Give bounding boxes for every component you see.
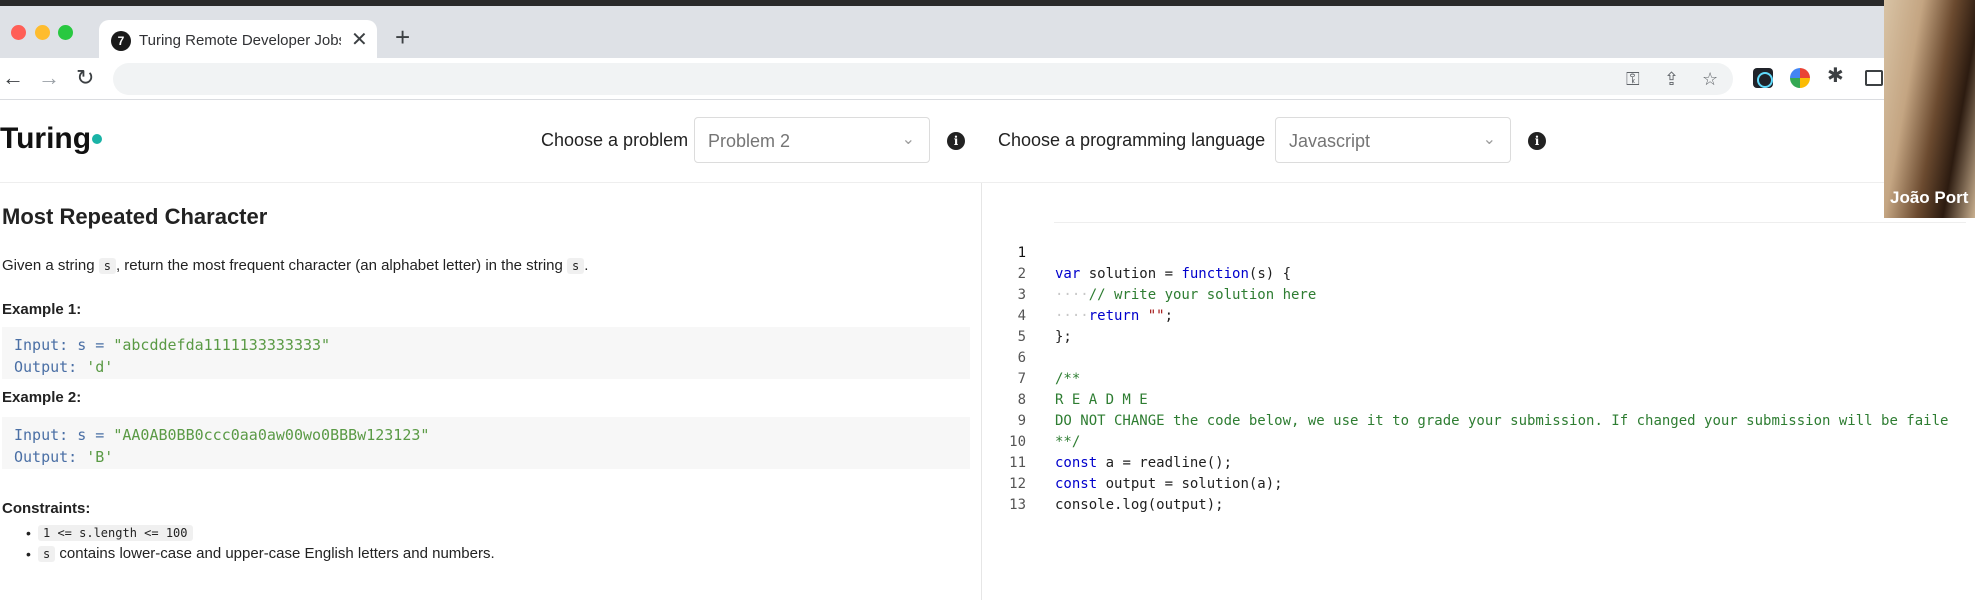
example-output-key: Output:	[14, 358, 87, 376]
address-bar[interactable]: ⚿ ⇪ ☆	[113, 63, 1733, 95]
code-text: console.log(output);	[1055, 497, 1224, 513]
desc-text-3: .	[584, 257, 589, 274]
code-line[interactable]: 12 console.log(output);	[982, 453, 1966, 513]
bullet-icon: •	[26, 546, 31, 562]
problem-info-icon[interactable]: i	[947, 132, 965, 150]
example-title: Example 2:	[2, 389, 82, 406]
chevron-down-icon: ⌄	[1482, 131, 1496, 148]
forward-arrow-icon[interactable]: →	[38, 64, 60, 92]
reload-icon[interactable]: ↻	[76, 64, 94, 92]
code-line[interactable]: 6 /**	[982, 327, 1966, 387]
problem-select[interactable]: Problem 2 ⌄	[694, 117, 930, 163]
browser-toolbar: ← → ↻ ⚿ ⇪ ☆ ✱	[0, 58, 1975, 100]
minimize-window-button[interactable]	[35, 25, 50, 40]
language-select-label: Choose a programming language	[998, 130, 1266, 150]
tab-title: Turing Remote Developer Jobs	[139, 32, 341, 49]
code-line[interactable]: 11 const output = solution(a);	[982, 432, 1966, 492]
logo-dot-icon	[92, 134, 102, 144]
problem-select-label: Choose a problem	[541, 130, 689, 150]
constraints-title: Constraints:	[2, 500, 91, 517]
problem-select-value: Problem 2	[708, 131, 791, 151]
code-line[interactable]: 8 DO NOT CHANGE the code below, we use i…	[982, 369, 1966, 429]
side-panel-icon[interactable]	[1865, 70, 1883, 86]
code-line[interactable]: 4 };	[982, 285, 1966, 345]
inline-code: s	[98, 258, 116, 274]
language-select-value: Javascript	[1289, 131, 1371, 151]
language-info-icon[interactable]: i	[1528, 132, 1546, 150]
turing-logo[interactable]: Turing	[0, 121, 91, 157]
example-output-value: 'B'	[86, 448, 114, 466]
language-select[interactable]: Javascript ⌄	[1275, 117, 1511, 163]
constraint-item: • 1 <= s.length <= 100	[26, 523, 193, 543]
browser-tab-bar: 7 Turing Remote Developer Jobs ✕ +	[0, 0, 1975, 70]
close-tab-icon[interactable]: ✕	[351, 29, 368, 51]
problem-description: Given a string s, return the most freque…	[2, 256, 588, 276]
maximize-window-button[interactable]	[58, 25, 73, 40]
code-editor[interactable]: 1 var solution = function(s) { 2 ····// …	[982, 214, 1966, 600]
example-input-key: Input: s =	[14, 336, 114, 354]
inline-code: s	[38, 546, 56, 562]
line-number: 13	[1009, 497, 1026, 513]
example-input-key: Input: s =	[14, 426, 114, 444]
code-line[interactable]: 1 var solution = function(s) {	[982, 222, 1966, 282]
page-header: Turing Choose a problem Problem 2 ⌄ i Ch…	[0, 101, 1884, 183]
example-input-value: "abcddefda1111133333333"	[113, 336, 331, 354]
code-line[interactable]: 5	[982, 306, 1966, 345]
key-icon[interactable]: ⚿	[1626, 66, 1640, 92]
back-arrow-icon[interactable]: ←	[2, 64, 24, 92]
chevron-down-icon: ⌄	[901, 131, 915, 148]
code-line[interactable]: 7 R E A D M E	[982, 348, 1966, 408]
problem-title: Most Repeated Character	[2, 204, 268, 229]
code-line[interactable]: 13	[982, 474, 1966, 513]
code-line[interactable]: 3 ····return "";	[982, 264, 1966, 324]
example-output-key: Output:	[14, 448, 87, 466]
inline-code: 1 <= s.length <= 100	[38, 525, 193, 541]
participant-name: João Port	[1890, 188, 1969, 207]
example-title: Example 1:	[2, 301, 82, 318]
inline-code: s	[567, 258, 585, 274]
desc-text-2: , return the most frequent character (an…	[115, 257, 568, 274]
example-code-block: Input: s = "abcddefda1111133333333" Outp…	[2, 327, 970, 379]
example-output-value: 'd'	[86, 358, 114, 376]
constraint-text: contains lower-case and upper-case Engli…	[55, 545, 495, 562]
share-icon[interactable]: ⇪	[1664, 66, 1679, 92]
bullet-icon: •	[26, 525, 31, 541]
turing-favicon-icon: 7	[111, 31, 131, 51]
constraint-item: • s contains lower-case and upper-case E…	[26, 544, 495, 564]
react-devtools-extension-icon[interactable]	[1753, 68, 1773, 88]
color-picker-extension-icon[interactable]	[1790, 68, 1810, 88]
extensions-puzzle-icon[interactable]: ✱	[1827, 62, 1847, 87]
code-line[interactable]: 10 const a = readline();	[982, 411, 1966, 471]
webcam-video-overlay: João Port	[1884, 0, 1975, 218]
code-line[interactable]: 2 ····// write your solution here	[982, 243, 1966, 303]
example-input-value: "AA0AB0BB0ccc0aa0aw00wo0BBBw123123"	[113, 426, 430, 444]
example-code-block: Input: s = "AA0AB0BB0ccc0aa0aw00wo0BBBw1…	[2, 417, 970, 469]
close-window-button[interactable]	[11, 25, 26, 40]
new-tab-button[interactable]: +	[395, 22, 410, 52]
code-line[interactable]: 9 **/	[982, 390, 1966, 450]
bookmark-star-icon[interactable]: ☆	[1702, 66, 1718, 92]
desc-text-1: Given a string	[2, 257, 99, 274]
